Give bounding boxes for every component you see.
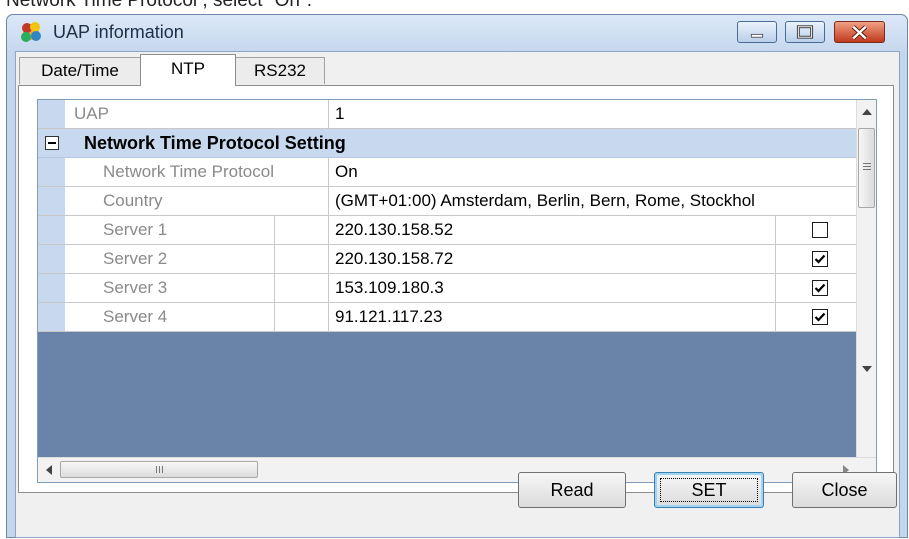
property-value[interactable]: 91.121.117.23 bbox=[329, 303, 775, 331]
property-spacer bbox=[275, 245, 329, 273]
maximize-icon bbox=[796, 25, 814, 39]
set-button[interactable]: SET bbox=[654, 472, 764, 508]
property-value[interactable]: 220.130.158.72 bbox=[329, 245, 775, 273]
checkbox-cell bbox=[775, 274, 858, 302]
close-window-button[interactable] bbox=[834, 21, 885, 43]
grid-empty-area bbox=[38, 332, 858, 457]
uap-information-window: UAP information Date/Time NTP RS232 UAP … bbox=[6, 14, 908, 538]
checkbox-cell bbox=[775, 216, 858, 244]
category-title: Network Time Protocol Setting bbox=[84, 133, 346, 153]
property-value[interactable]: 220.130.158.52 bbox=[329, 216, 775, 244]
property-label: Server 4 bbox=[65, 303, 275, 331]
tab-rs232[interactable]: RS232 bbox=[235, 57, 325, 84]
property-label: Server 2 bbox=[65, 245, 275, 273]
checkbox-cell bbox=[775, 303, 858, 331]
window-client-area: Date/Time NTP RS232 UAP 1 Network Time P… bbox=[15, 51, 900, 538]
property-label: Server 3 bbox=[65, 274, 275, 302]
property-spacer bbox=[275, 303, 329, 331]
property-label: Country bbox=[65, 187, 329, 215]
close-icon bbox=[851, 25, 868, 40]
property-label: UAP bbox=[65, 100, 329, 128]
property-value[interactable]: 1 bbox=[329, 100, 858, 128]
row-gutter bbox=[38, 100, 65, 128]
minimize-button[interactable] bbox=[737, 21, 777, 43]
row-gutter bbox=[38, 274, 65, 302]
property-grid-rows: UAP 1 Network Time Protocol Setting Netw… bbox=[38, 100, 858, 457]
property-row-server[interactable]: Server 3 153.109.180.3 bbox=[38, 274, 858, 303]
server-enable-checkbox[interactable] bbox=[812, 280, 828, 296]
server-enable-checkbox[interactable] bbox=[812, 222, 828, 238]
server-enable-checkbox[interactable] bbox=[812, 309, 828, 325]
property-row-uap[interactable]: UAP 1 bbox=[38, 100, 858, 129]
property-row-country[interactable]: Country (GMT+01:00) Amsterdam, Berlin, B… bbox=[38, 187, 858, 216]
property-value[interactable]: (GMT+01:00) Amsterdam, Berlin, Bern, Rom… bbox=[329, 187, 858, 215]
property-row-server[interactable]: Server 2 220.130.158.72 bbox=[38, 245, 858, 274]
row-gutter bbox=[38, 187, 65, 215]
tab-date-time[interactable]: Date/Time bbox=[19, 57, 141, 84]
property-row-server[interactable]: Server 4 91.121.117.23 bbox=[38, 303, 858, 332]
window-title: UAP information bbox=[53, 22, 184, 42]
property-spacer bbox=[275, 216, 329, 244]
row-gutter bbox=[38, 303, 65, 331]
collapse-toggle-icon[interactable] bbox=[45, 136, 59, 150]
maximize-button[interactable] bbox=[785, 21, 825, 43]
checkbox-cell bbox=[775, 245, 858, 273]
property-label: Server 1 bbox=[65, 216, 275, 244]
property-row-server[interactable]: Server 1 220.130.158.52 bbox=[38, 216, 858, 245]
checkmark-icon bbox=[814, 254, 826, 264]
horizontal-scroll-thumb[interactable] bbox=[60, 461, 258, 478]
property-label: Network Time Protocol bbox=[65, 158, 329, 186]
server-enable-checkbox[interactable] bbox=[812, 251, 828, 267]
property-value[interactable]: 153.109.180.3 bbox=[329, 274, 775, 302]
close-button[interactable]: Close bbox=[792, 472, 897, 508]
app-icon bbox=[21, 22, 41, 42]
minimize-icon bbox=[750, 33, 764, 38]
ntp-tab-panel: UAP 1 Network Time Protocol Setting Netw… bbox=[18, 85, 894, 493]
row-gutter bbox=[38, 245, 65, 273]
property-grid: UAP 1 Network Time Protocol Setting Netw… bbox=[37, 99, 877, 483]
instruction-caption: Network Time Protocol , select "On". bbox=[6, 0, 312, 11]
property-spacer bbox=[275, 274, 329, 302]
scroll-left-arrow-icon[interactable] bbox=[45, 465, 53, 475]
vertical-scrollbar[interactable] bbox=[856, 100, 876, 457]
category-row[interactable]: Network Time Protocol Setting bbox=[38, 129, 858, 158]
row-gutter bbox=[38, 216, 65, 244]
property-row-ntp[interactable]: Network Time Protocol On bbox=[38, 158, 858, 187]
read-button[interactable]: Read bbox=[518, 472, 626, 508]
property-value[interactable]: On bbox=[329, 158, 858, 186]
checkmark-icon bbox=[814, 312, 826, 322]
scroll-up-arrow-icon[interactable] bbox=[862, 108, 872, 116]
title-bar[interactable]: UAP information bbox=[7, 15, 907, 51]
checkmark-icon bbox=[814, 283, 826, 293]
tab-ntp[interactable]: NTP bbox=[140, 54, 236, 86]
vertical-scroll-thumb[interactable] bbox=[858, 128, 875, 208]
row-gutter bbox=[38, 158, 65, 186]
scroll-down-arrow-icon[interactable] bbox=[862, 365, 872, 373]
focus-rectangle bbox=[660, 478, 758, 502]
